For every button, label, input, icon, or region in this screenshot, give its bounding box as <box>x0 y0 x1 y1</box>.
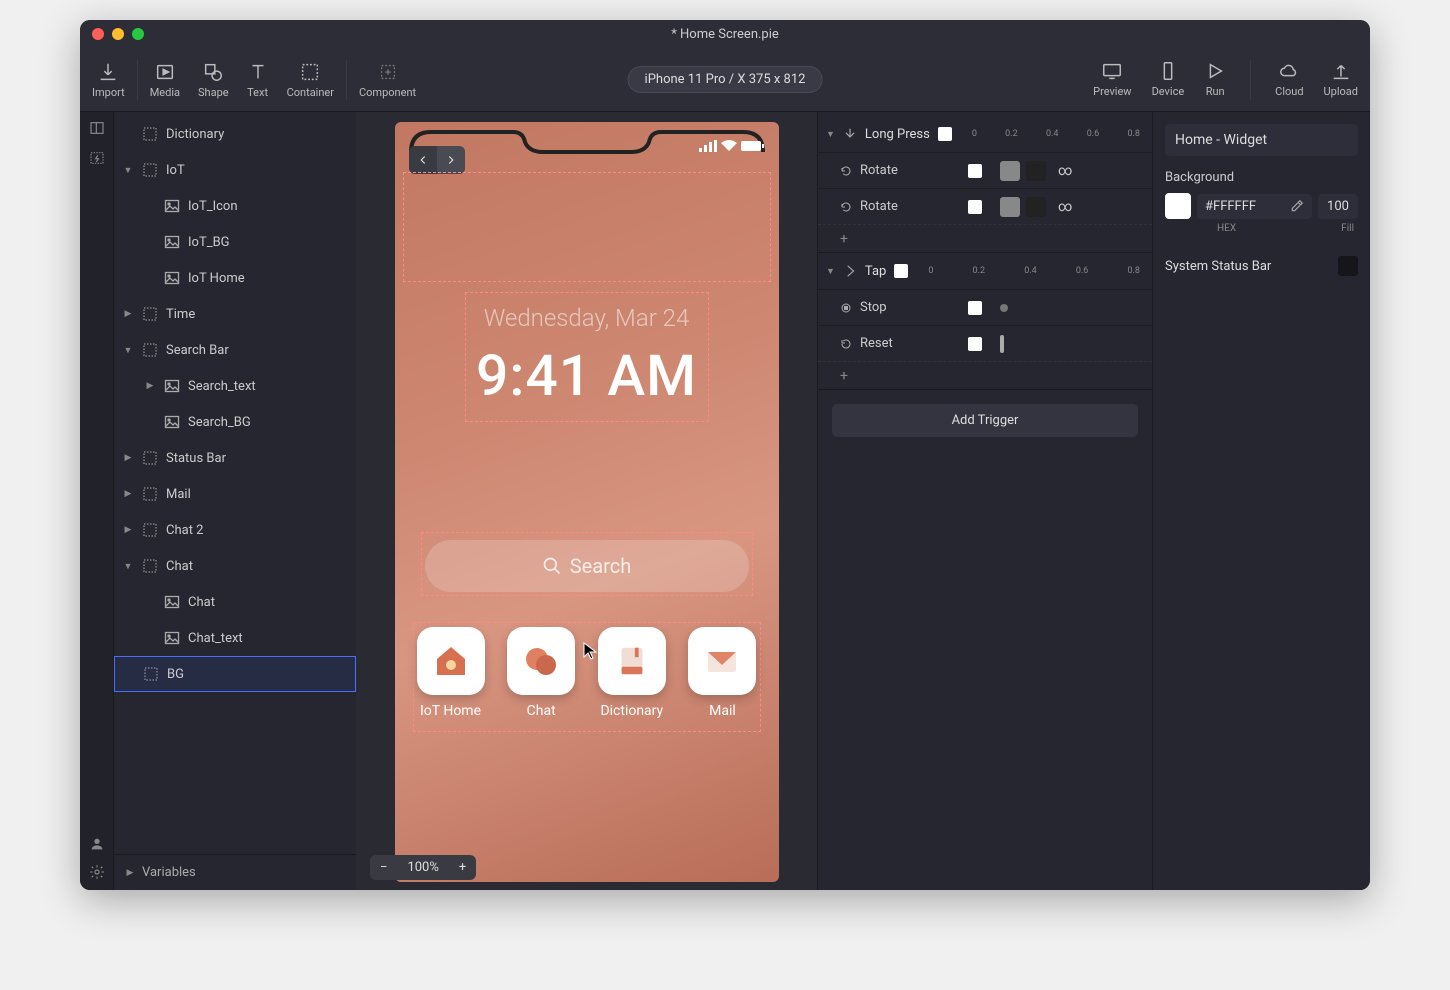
trigger-header[interactable]: ▼Tap00.20.40.60.8 <box>818 253 1152 289</box>
nav-back-button[interactable] <box>409 146 437 174</box>
toolbar: Import Media Shape Text Container <box>80 48 1370 112</box>
layer-row[interactable]: Chat_text <box>114 620 356 656</box>
zoom-level: 100% <box>397 855 448 880</box>
layer-row[interactable]: ▼Chat <box>114 548 356 584</box>
layer-row[interactable]: IoT_BG <box>114 224 356 260</box>
layer-row[interactable]: ▶Chat 2 <box>114 512 356 548</box>
bg-color-swatch[interactable] <box>1165 193 1191 219</box>
layer-row[interactable]: BG <box>114 656 356 692</box>
trigger-action[interactable]: Reset <box>818 325 1152 361</box>
device-preview[interactable]: Wednesday, Mar 24 9:41 AM Search IoT Hom… <box>395 122 779 882</box>
panels-icon[interactable] <box>89 120 105 136</box>
zoom-control: − 100% + <box>370 855 476 880</box>
left-rail <box>80 112 114 890</box>
bg-hex-input[interactable]: #FFFFFF <box>1197 194 1312 219</box>
shape-button[interactable]: Shape <box>198 61 229 99</box>
app-window: * Home Screen.pie Import Media Shape Tex… <box>80 20 1370 890</box>
statusbar-icons <box>699 140 765 152</box>
layer-row[interactable]: ▶Time <box>114 296 356 332</box>
cursor-icon <box>583 642 597 664</box>
layer-row[interactable]: ▼IoT <box>114 152 356 188</box>
triggers-panel: ▼Long Press00.20.40.60.8Rotate∞Rotate∞+▼… <box>817 112 1152 890</box>
titlebar: * Home Screen.pie <box>80 20 1370 48</box>
text-button[interactable]: Text <box>247 61 269 99</box>
upload-button[interactable]: Upload <box>1324 60 1358 100</box>
window-title: * Home Screen.pie <box>671 27 779 42</box>
system-status-bar-row[interactable]: System Status Bar <box>1165 256 1358 276</box>
layer-row[interactable]: Search_BG <box>114 404 356 440</box>
layer-row[interactable]: ▶Mail <box>114 476 356 512</box>
gear-icon[interactable] <box>89 864 105 880</box>
add-action-button[interactable]: + <box>818 224 1152 252</box>
preview-button[interactable]: Preview <box>1093 60 1131 100</box>
signal-icon <box>699 140 717 152</box>
layers-panel: Dictionary▼IoTIoT_IconIoT_BGIoT Home▶Tim… <box>114 112 356 890</box>
background-label: Background <box>1165 170 1358 185</box>
app-dictionary[interactable]: Dictionary <box>598 627 666 719</box>
trigger-action[interactable]: Stop <box>818 289 1152 325</box>
user-icon[interactable] <box>89 836 105 852</box>
layer-tree[interactable]: Dictionary▼IoTIoT_IconIoT_BGIoT Home▶Tim… <box>114 112 356 854</box>
window-controls <box>92 28 144 40</box>
eyedropper-icon[interactable] <box>1290 199 1304 213</box>
add-action-button[interactable]: + <box>818 361 1152 389</box>
run-button[interactable]: Run <box>1204 60 1226 100</box>
cloud-button[interactable]: Cloud <box>1275 60 1303 100</box>
trigger-action[interactable]: Rotate∞ <box>818 152 1152 188</box>
inspector-title: Home - Widget <box>1165 124 1358 156</box>
app-iot-home[interactable]: IoT Home <box>417 627 485 719</box>
trigger-block: ▼Long Press00.20.40.60.8Rotate∞Rotate∞+ <box>818 116 1152 253</box>
main-area: Dictionary▼IoTIoT_IconIoT_BGIoT Home▶Tim… <box>80 112 1370 890</box>
add-trigger-button[interactable]: Add Trigger <box>832 404 1138 437</box>
device-badge[interactable]: iPhone 11 Pro / X 375 x 812 <box>628 66 823 93</box>
layer-row[interactable]: Chat <box>114 584 356 620</box>
search-icon <box>542 556 562 576</box>
trigger-header[interactable]: ▼Long Press00.20.40.60.8 <box>818 116 1152 152</box>
minimize-button[interactable] <box>112 28 124 40</box>
inspector-panel: Home - Widget Background #FFFFFF 100 HEX… <box>1152 112 1370 890</box>
close-button[interactable] <box>92 28 104 40</box>
battery-icon <box>741 140 765 152</box>
layer-row[interactable]: ▼Search Bar <box>114 332 356 368</box>
layer-row[interactable]: IoT_Icon <box>114 188 356 224</box>
media-button[interactable]: Media <box>150 61 180 99</box>
nav-forward-button[interactable] <box>437 146 465 174</box>
layer-row[interactable]: ▶Search_text <box>114 368 356 404</box>
date-label: Wednesday, Mar 24 <box>395 304 779 332</box>
app-chat[interactable]: Chat <box>507 627 575 719</box>
selection-outline <box>403 172 771 282</box>
container-button[interactable]: Container <box>287 61 334 99</box>
layer-row[interactable]: IoT Home <box>114 260 356 296</box>
trigger-action[interactable]: Rotate∞ <box>818 188 1152 224</box>
app-mail[interactable]: Mail <box>688 627 756 719</box>
search-bar[interactable]: Search <box>425 540 749 592</box>
zoom-out-button[interactable]: − <box>370 855 397 880</box>
nav-arrows <box>409 146 465 174</box>
bg-opacity-input[interactable]: 100 <box>1318 194 1358 219</box>
canvas[interactable]: Wednesday, Mar 24 9:41 AM Search IoT Hom… <box>356 112 817 890</box>
time-label: 9:41 AM <box>395 342 779 409</box>
variables-section[interactable]: ▶ Variables <box>114 854 356 890</box>
wifi-icon <box>721 140 737 152</box>
trigger-block: ▼Tap00.20.40.60.8StopReset+ <box>818 253 1152 390</box>
flash-icon[interactable] <box>89 150 105 166</box>
ssb-swatch[interactable] <box>1338 256 1358 276</box>
layer-row[interactable]: Dictionary <box>114 116 356 152</box>
layer-row[interactable]: ▶Status Bar <box>114 440 356 476</box>
zoom-in-button[interactable]: + <box>449 855 476 880</box>
app-row: IoT Home Chat Dictionary Mail <box>417 627 757 719</box>
zoom-button[interactable] <box>132 28 144 40</box>
import-button[interactable]: Import <box>92 61 125 99</box>
component-button[interactable]: Component <box>359 61 416 99</box>
device-button[interactable]: Device <box>1152 60 1185 100</box>
